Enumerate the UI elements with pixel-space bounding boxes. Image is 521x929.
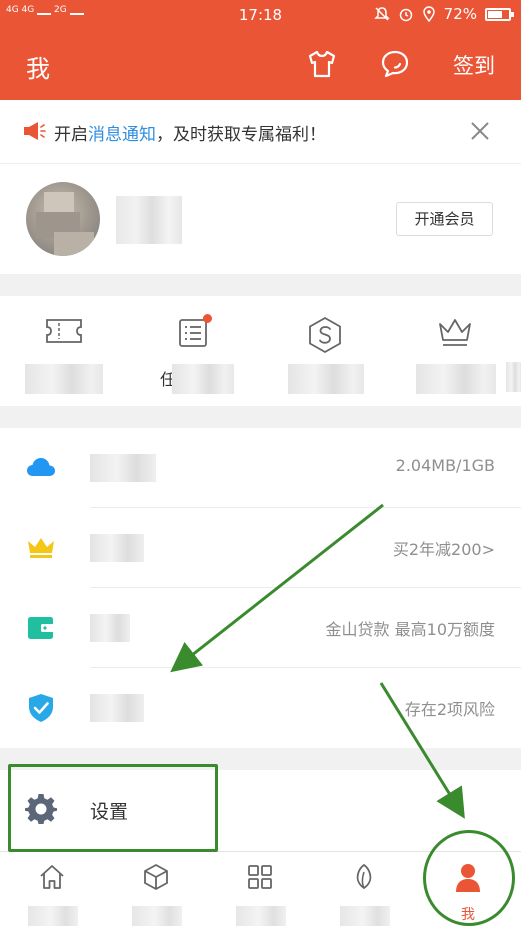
shield-check-icon (29, 694, 53, 722)
section-divider (0, 406, 521, 428)
grid-icon (248, 865, 272, 889)
cloud-icon (27, 458, 55, 476)
hexagon-s-icon (309, 316, 341, 354)
quick-item-label-blurred (506, 362, 521, 392)
tab-label-blurred (132, 906, 182, 926)
tab-label-blurred (236, 906, 286, 926)
crown-outline-icon (439, 319, 471, 346)
list-item-label-blurred (90, 534, 144, 562)
profile-section[interactable]: 开通会员 (0, 164, 521, 274)
avatar[interactable] (26, 182, 100, 256)
quick-item-label-blurred (25, 364, 103, 394)
alarm-clock-icon (399, 8, 412, 22)
status-bar: 4G 4G 2G 17:18 72% (0, 0, 521, 30)
page-title: 我 (26, 55, 50, 83)
quick-item-label-blurred (288, 364, 364, 394)
tab-discover[interactable] (312, 862, 416, 928)
list-item-label-blurred (90, 614, 130, 642)
quick-actions-row: 任 (0, 296, 521, 406)
list-item-value: 存在2项风险 (404, 700, 495, 719)
username-blurred (116, 196, 182, 244)
list-item-value: 金山贷款 最高10万额度 (325, 620, 495, 639)
battery-icon (485, 7, 514, 21)
notification-text-suffix: ，及时获取专属福利！ (156, 125, 326, 145)
me-tab-highlight-circle (423, 830, 515, 926)
notification-banner[interactable]: 开启消息通知，及时获取专属福利！ (0, 100, 521, 164)
battery-fill (488, 10, 502, 18)
feature-list: 2.04MB/1GB 买2年减200> 金山贷款 最高10万额度 存在2项风险 (0, 428, 521, 748)
battery-percent: 72% (443, 5, 477, 23)
notification-dot (203, 314, 212, 323)
list-item-label-blurred (90, 694, 144, 722)
open-vip-button[interactable]: 开通会员 (396, 202, 493, 236)
home-icon (40, 865, 64, 889)
location-icon (422, 6, 435, 22)
list-item-security[interactable]: 存在2项风险 (0, 668, 521, 748)
tab-home[interactable] (0, 862, 104, 928)
sign-in-button[interactable]: 签到 (453, 50, 495, 80)
section-divider (0, 274, 521, 296)
list-item-vip[interactable]: 买2年减200> (0, 508, 521, 588)
list-item-label-blurred (90, 454, 156, 482)
tab-cloud-docs[interactable] (104, 862, 208, 928)
quick-item-label-blurred (172, 364, 234, 394)
chat-bubble-icon[interactable] (379, 48, 411, 80)
close-icon[interactable] (470, 121, 490, 141)
avatar-pixel (54, 232, 94, 256)
megaphone-icon (24, 122, 46, 140)
wallet-icon (28, 617, 54, 639)
app-header: 我 签到 (0, 30, 521, 100)
quick-item-ticket[interactable] (19, 316, 109, 396)
settings-highlight-box (8, 764, 218, 852)
quick-item-label-blurred (416, 364, 496, 394)
tshirt-icon[interactable] (306, 48, 338, 80)
list-item-value: 买2年减200> (392, 540, 495, 559)
tab-label-blurred (28, 906, 78, 926)
me-page: 4G 4G 2G 17:18 72% 我 签到 开启消息通知，及时获取专属福利！… (0, 0, 521, 929)
tab-label-blurred (340, 906, 390, 926)
crown-icon (28, 538, 54, 558)
list-item-value: 2.04MB/1GB (395, 456, 495, 475)
cube-icon (144, 864, 168, 890)
status-right: 72% (373, 5, 514, 23)
notification-link[interactable]: 消息通知 (88, 125, 156, 145)
notification-text: 开启消息通知，及时获取专属福利！ (54, 120, 326, 145)
notification-text-prefix: 开启 (54, 125, 88, 145)
quick-item-service[interactable] (280, 316, 370, 396)
ticket-icon (46, 319, 82, 343)
list-item-cloud[interactable]: 2.04MB/1GB (0, 428, 521, 508)
quick-item-member[interactable] (410, 316, 500, 396)
list-item-wallet[interactable]: 金山贷款 最高10万额度 (0, 588, 521, 668)
alarm-mute-icon (373, 7, 390, 21)
leaf-icon (356, 863, 372, 890)
tab-apps[interactable] (208, 862, 312, 928)
quick-item-tasks[interactable]: 任 (148, 314, 238, 396)
